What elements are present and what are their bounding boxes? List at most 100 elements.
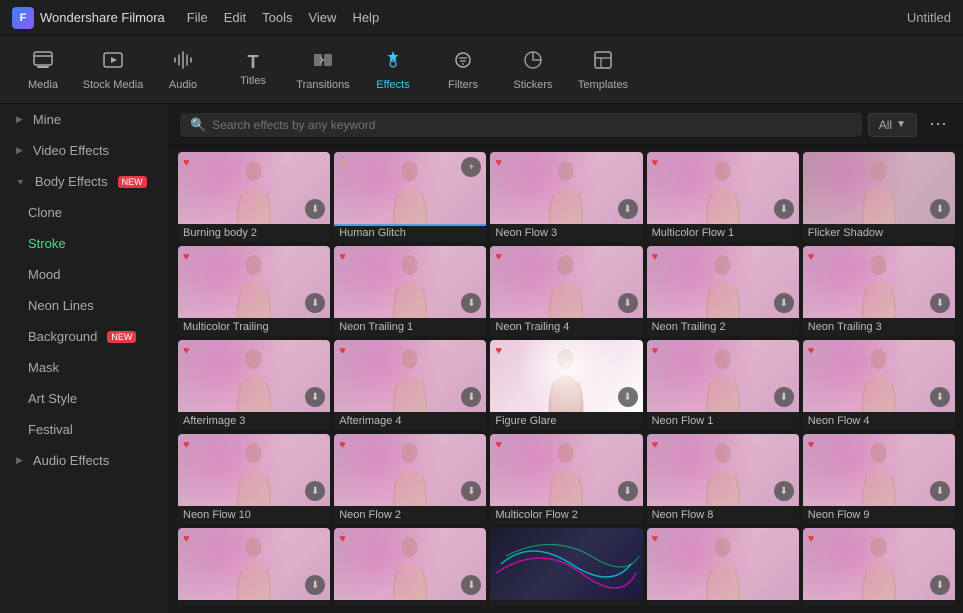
effect-card[interactable]: ♥ ⬇ Neon Trailing 2 <box>647 246 799 336</box>
toolbar-audio[interactable]: Audio <box>148 40 218 100</box>
effect-card[interactable]: ☆ + Human Glitch <box>334 152 486 242</box>
favorite-icon[interactable]: ♥ <box>495 439 502 451</box>
favorite-icon[interactable]: ♥ <box>495 251 502 263</box>
effect-card[interactable]: ♥ ⬇ Neon Trailing 1 <box>334 246 486 336</box>
download-button[interactable]: ⬇ <box>930 387 950 407</box>
favorite-icon[interactable]: ♥ <box>339 533 346 545</box>
effect-card[interactable]: ♥ ⬇ Neon Flow 10 <box>178 434 330 524</box>
effect-card[interactable]: ♥ ⬇ Multicolor Flow 1 <box>647 152 799 242</box>
favorite-icon[interactable]: ♥ <box>652 157 659 169</box>
favorite-icon[interactable]: ♥ <box>808 439 815 451</box>
menu-help[interactable]: Help <box>352 10 379 25</box>
favorite-icon[interactable]: ♥ <box>339 251 346 263</box>
favorite-icon[interactable]: ♥ <box>183 439 190 451</box>
download-button[interactable]: ⬇ <box>930 575 950 595</box>
download-button[interactable]: ⬇ <box>930 481 950 501</box>
sidebar-item-stroke[interactable]: Stroke <box>0 228 169 259</box>
download-button[interactable]: ⬇ <box>774 387 794 407</box>
effect-card[interactable]: ♥ ⬇ Multicolor Trailing <box>178 246 330 336</box>
download-button[interactable]: ⬇ <box>618 293 638 313</box>
favorite-icon[interactable]: ♥ <box>652 251 659 263</box>
toolbar-templates[interactable]: Templates <box>568 40 638 100</box>
effect-card[interactable]: ♥ ⬇ <box>334 528 486 606</box>
favorite-icon[interactable]: ♥ <box>652 439 659 451</box>
favorite-icon[interactable]: ♥ <box>183 157 190 169</box>
download-button[interactable]: ⬇ <box>305 293 325 313</box>
sidebar-item-background[interactable]: Background NEW <box>0 321 169 352</box>
download-button[interactable]: ⬇ <box>305 199 325 219</box>
sidebar-item-audio-effects[interactable]: ▶ Audio Effects <box>0 445 169 476</box>
download-button[interactable]: ⬇ <box>774 481 794 501</box>
effect-card[interactable]: ⬇ Flicker Shadow <box>803 152 955 242</box>
toolbar-effects[interactable]: Effects <box>358 40 428 100</box>
effect-card[interactable]: ♥ ⬇ Neon Flow 3 <box>490 152 642 242</box>
more-options-button[interactable]: ⋯ <box>923 112 953 137</box>
favorite-icon[interactable]: ♥ <box>808 251 815 263</box>
favorite-icon[interactable]: ♥ <box>808 345 815 357</box>
toolbar-transitions[interactable]: Transitions <box>288 40 358 100</box>
favorite-icon[interactable]: ♥ <box>339 439 346 451</box>
menu-tools[interactable]: Tools <box>262 10 292 25</box>
download-button[interactable]: ⬇ <box>618 387 638 407</box>
effect-card[interactable]: ♥ ⬇ Neon Trailing 3 <box>803 246 955 336</box>
effect-card[interactable]: ♥ ⬇ Burning body 2 <box>178 152 330 242</box>
favorite-icon[interactable]: ♥ <box>808 533 815 545</box>
favorite-icon[interactable]: ♥ <box>183 251 190 263</box>
effect-card[interactable]: ♥ ⬇ Neon Flow 2 <box>334 434 486 524</box>
effect-card[interactable]: ♥ ⬇ Neon Flow 4 <box>803 340 955 430</box>
sidebar-item-video-effects[interactable]: ▶ Video Effects <box>0 135 169 166</box>
filter-dropdown[interactable]: All ▼ <box>868 113 917 137</box>
sidebar-item-mood[interactable]: Mood <box>0 259 169 290</box>
sidebar-item-clone[interactable]: Clone <box>0 197 169 228</box>
effect-card[interactable]: ♥ ⬇ Afterimage 4 <box>334 340 486 430</box>
toolbar-media[interactable]: Media <box>8 40 78 100</box>
favorite-icon[interactable]: ♥ <box>495 157 502 169</box>
favorite-icon[interactable]: ♥ <box>652 345 659 357</box>
effect-card[interactable]: ♥ ⬇ Afterimage 3 <box>178 340 330 430</box>
sidebar-item-body-effects[interactable]: ▼ Body Effects NEW <box>0 166 169 197</box>
add-to-fav-button[interactable]: + <box>461 157 481 177</box>
sidebar-item-mine[interactable]: ▶ Mine <box>0 104 169 135</box>
sidebar-item-neon-lines[interactable]: Neon Lines <box>0 290 169 321</box>
effect-card[interactable]: ♥ ⬇ Figure Glare <box>490 340 642 430</box>
sidebar-item-festival[interactable]: Festival <box>0 414 169 445</box>
favorite-icon[interactable]: ♥ <box>339 345 346 357</box>
toolbar-stock-media[interactable]: Stock Media <box>78 40 148 100</box>
menu-edit[interactable]: Edit <box>224 10 246 25</box>
sidebar-item-mask[interactable]: Mask <box>0 352 169 383</box>
effect-card[interactable]: ♥ ⬇ Neon Flow 1 <box>647 340 799 430</box>
effect-card[interactable]: ♥ ⬇ <box>178 528 330 606</box>
download-button[interactable]: ⬇ <box>618 481 638 501</box>
effect-card[interactable] <box>490 528 642 606</box>
toolbar-filters[interactable]: Filters <box>428 40 498 100</box>
sidebar-item-art-style[interactable]: Art Style <box>0 383 169 414</box>
favorite-icon[interactable]: ♥ <box>652 533 659 545</box>
download-button[interactable]: ⬇ <box>461 387 481 407</box>
star-icon[interactable]: ☆ <box>339 157 349 170</box>
download-button[interactable]: ⬇ <box>461 575 481 595</box>
download-button[interactable]: ⬇ <box>461 481 481 501</box>
effect-card[interactable]: ♥ ⬇ Neon Flow 8 <box>647 434 799 524</box>
menu-file[interactable]: File <box>187 10 208 25</box>
search-input[interactable] <box>212 118 852 132</box>
favorite-icon[interactable]: ♥ <box>183 533 190 545</box>
download-button[interactable]: ⬇ <box>305 575 325 595</box>
download-button[interactable]: ⬇ <box>774 293 794 313</box>
effect-card[interactable]: ♥ ⬇ Multicolor Flow 2 <box>490 434 642 524</box>
effect-card[interactable]: ♥ ⬇ Neon Trailing 4 <box>490 246 642 336</box>
download-button[interactable]: ⬇ <box>930 199 950 219</box>
effect-card[interactable]: ♥ ⬇ <box>803 528 955 606</box>
download-button[interactable]: ⬇ <box>618 199 638 219</box>
download-button[interactable]: ⬇ <box>930 293 950 313</box>
download-button[interactable]: ⬇ <box>774 199 794 219</box>
effect-card[interactable]: ♥ <box>647 528 799 606</box>
favorite-icon[interactable]: ♥ <box>183 345 190 357</box>
download-button[interactable]: ⬇ <box>461 293 481 313</box>
effect-card[interactable]: ♥ ⬇ Neon Flow 9 <box>803 434 955 524</box>
toolbar-titles[interactable]: T Titles <box>218 40 288 100</box>
favorite-icon[interactable]: ♥ <box>495 345 502 357</box>
toolbar-stickers[interactable]: Stickers <box>498 40 568 100</box>
download-button[interactable]: ⬇ <box>305 387 325 407</box>
download-button[interactable]: ⬇ <box>305 481 325 501</box>
menu-view[interactable]: View <box>308 10 336 25</box>
